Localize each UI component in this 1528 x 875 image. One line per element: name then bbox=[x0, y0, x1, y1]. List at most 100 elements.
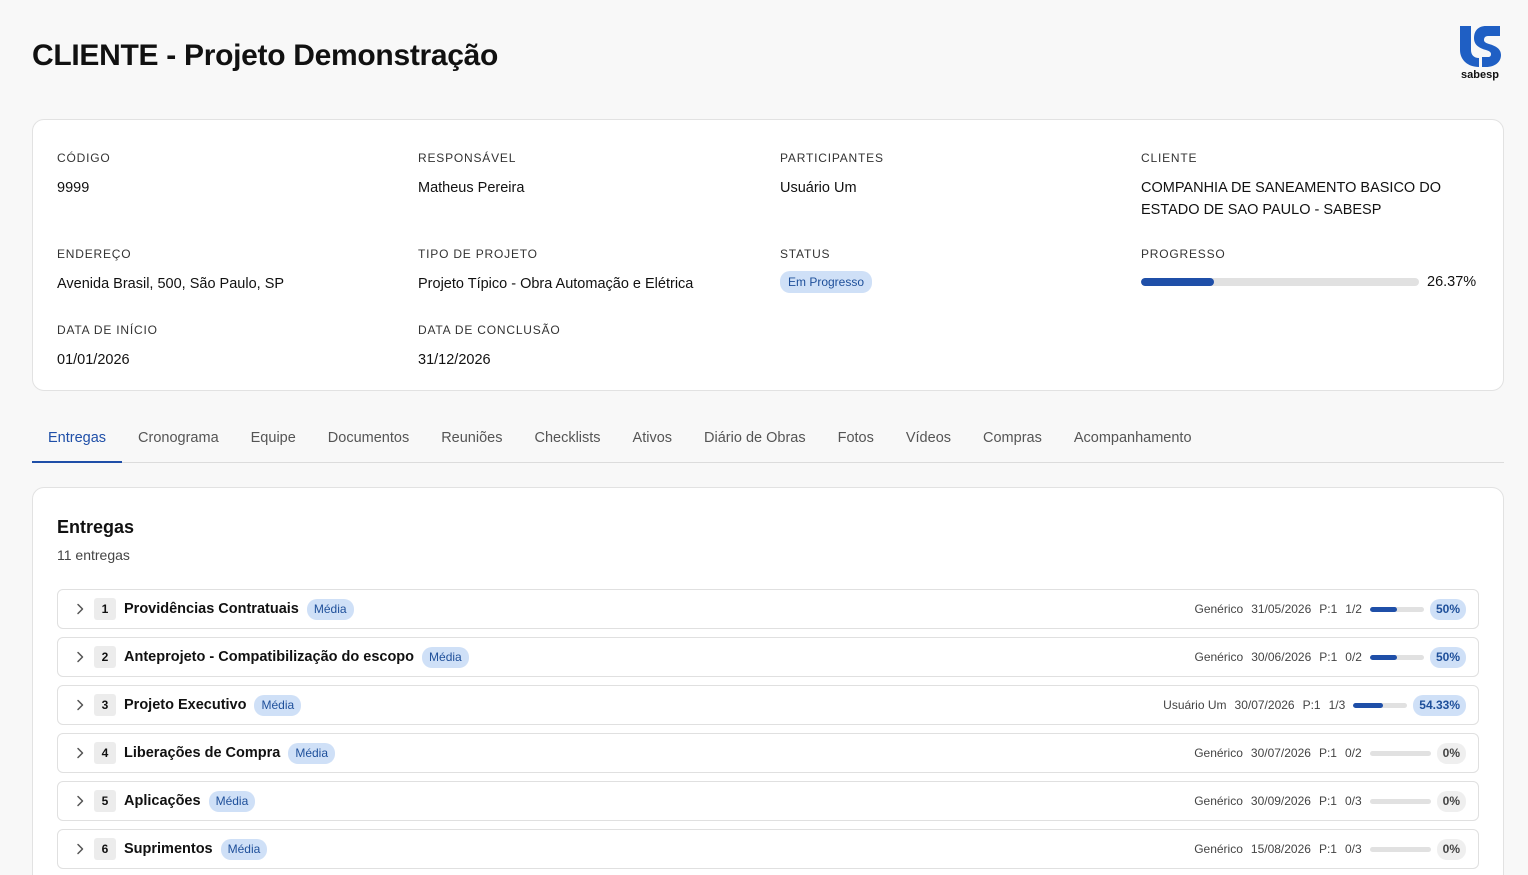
cliente-line2: ESTADO DE SAO PAULO - SABESP bbox=[1141, 202, 1382, 218]
delivery-number: 6 bbox=[94, 838, 116, 860]
field-data-inicio: DATA DE INÍCIO 01/01/2026 bbox=[57, 323, 158, 371]
deliveries-list: 1 Providências Contratuais Média Genérico 31… bbox=[57, 589, 1479, 875]
tab-fotos[interactable]: Fotos bbox=[822, 414, 890, 463]
progress-bar-fill bbox=[1141, 278, 1215, 286]
field-value: 9999 bbox=[57, 180, 90, 196]
delivery-date: 30/07/2026 bbox=[1234, 698, 1295, 712]
chevron-right-icon[interactable] bbox=[70, 603, 90, 615]
field-status: STATUS Em Progresso bbox=[780, 247, 873, 293]
chevron-right-icon[interactable] bbox=[70, 699, 90, 711]
delivery-meta: Usuário Um 30/07/2026 P:1 1/3 54.33% bbox=[1163, 694, 1466, 716]
tab-reunioes[interactable]: Reuniões bbox=[425, 414, 518, 463]
tab-acompanhamento[interactable]: Acompanhamento bbox=[1058, 414, 1208, 463]
field-label: ENDEREÇO bbox=[57, 247, 132, 261]
delivery-percent: 0% bbox=[1436, 838, 1466, 860]
logo-text: sabesp bbox=[1461, 69, 1499, 81]
tab-cronograma[interactable]: Cronograma bbox=[122, 414, 235, 463]
field-data-conclusao: DATA DE CONCLUSÃO 31/12/2026 bbox=[418, 323, 561, 371]
priority-badge: Média bbox=[422, 646, 469, 668]
delivery-row[interactable]: 1 Providências Contratuais Média Genérico 31… bbox=[57, 589, 1479, 629]
tab-entregas[interactable]: Entregas bbox=[32, 414, 123, 463]
delivery-progress-fill bbox=[1353, 702, 1383, 708]
delivery-percent: 50% bbox=[1429, 646, 1466, 668]
delivery-number: 2 bbox=[94, 646, 116, 668]
delivery-name: Providências Contratuais bbox=[124, 601, 299, 617]
priority-badge: Média bbox=[306, 598, 354, 620]
field-value: Projeto Típico - Obra Automação e Elétri… bbox=[418, 276, 694, 292]
delivery-priority-level: P:1 bbox=[1319, 602, 1338, 616]
deliveries-card: Entregas 11 entregas 1 Providências Contr… bbox=[32, 487, 1504, 875]
chevron-right-icon[interactable] bbox=[70, 795, 90, 807]
field-label: CLIENTE bbox=[1141, 151, 1198, 165]
delivery-ratio: 1/3 bbox=[1328, 698, 1346, 712]
delivery-row[interactable]: 4 Liberações de Compra Média Genérico 30/07/… bbox=[57, 733, 1479, 773]
delivery-name: Aplicações bbox=[124, 793, 201, 809]
tab-checklists[interactable]: Checklists bbox=[518, 414, 616, 463]
delivery-progress-bar bbox=[1369, 846, 1431, 852]
delivery-row[interactable]: 2 Anteprojeto - Compatibilização do escop… bbox=[57, 637, 1479, 677]
priority-badge: Média bbox=[220, 838, 268, 860]
page-title: CLIENTE - Projeto Demonstração bbox=[32, 39, 499, 72]
field-progresso: PROGRESSO 26.37% bbox=[1141, 247, 1479, 292]
delivery-meta: Genérico 31/05/2026 P:1 1/2 50% bbox=[1194, 598, 1466, 620]
field-label: STATUS bbox=[780, 247, 831, 261]
delivery-progress-bar bbox=[1369, 606, 1424, 612]
tab-equipe[interactable]: Equipe bbox=[235, 414, 312, 463]
delivery-owner: Genérico bbox=[1194, 746, 1243, 760]
delivery-row[interactable]: 5 Aplicações Média Genérico 30/09/2026 P:1 0/3… bbox=[57, 781, 1479, 821]
delivery-meta: Genérico 30/07/2026 P:1 0/2 0% bbox=[1194, 742, 1466, 764]
sabesp-logo: sabesp bbox=[1456, 24, 1504, 86]
delivery-progress-bar bbox=[1353, 702, 1408, 708]
delivery-progress-fill bbox=[1369, 606, 1397, 612]
delivery-priority-level: P:1 bbox=[1318, 842, 1337, 856]
field-value: 31/12/2026 bbox=[418, 352, 491, 368]
delivery-owner: Genérico bbox=[1194, 650, 1244, 664]
delivery-date: 30/09/2026 bbox=[1250, 794, 1311, 808]
delivery-number: 1 bbox=[94, 598, 116, 620]
delivery-owner: Genérico bbox=[1194, 602, 1244, 616]
delivery-priority-level: P:1 bbox=[1319, 650, 1338, 664]
delivery-progress-bar bbox=[1369, 798, 1431, 804]
section-title: Entregas bbox=[57, 517, 135, 537]
delivery-percent: 0% bbox=[1436, 790, 1466, 812]
delivery-date: 31/05/2026 bbox=[1251, 602, 1312, 616]
delivery-ratio: 0/3 bbox=[1344, 794, 1362, 808]
delivery-percent: 54.33% bbox=[1413, 694, 1466, 716]
delivery-owner: Genérico bbox=[1194, 842, 1243, 856]
delivery-number: 4 bbox=[94, 742, 116, 764]
tab-documentos[interactable]: Documentos bbox=[312, 414, 425, 463]
deliveries-count: 11 entregas bbox=[57, 547, 130, 563]
tab-diario-de-obras[interactable]: Diário de Obras bbox=[688, 414, 822, 463]
field-value: Usuário Um bbox=[780, 180, 857, 196]
field-value: COMPANHIA DE SANEAMENTO BASICO DO ESTADO… bbox=[1141, 177, 1481, 221]
tab-compras[interactable]: Compras bbox=[967, 414, 1058, 463]
delivery-meta: Genérico 30/06/2026 P:1 0/2 50% bbox=[1194, 646, 1466, 668]
delivery-date: 30/06/2026 bbox=[1251, 650, 1312, 664]
delivery-ratio: 1/2 bbox=[1345, 602, 1362, 616]
delivery-priority-level: P:1 bbox=[1302, 698, 1321, 712]
delivery-meta: Genérico 15/08/2026 P:1 0/3 0% bbox=[1194, 838, 1466, 860]
delivery-progress-bar bbox=[1369, 654, 1424, 660]
progress-row: 26.37% bbox=[1141, 272, 1479, 292]
delivery-priority-level: P:1 bbox=[1318, 794, 1337, 808]
progress-text: 26.37% bbox=[1427, 274, 1477, 290]
tab-videos[interactable]: Vídeos bbox=[890, 414, 967, 463]
tab-ativos[interactable]: Ativos bbox=[617, 414, 689, 463]
chevron-right-icon[interactable] bbox=[70, 843, 90, 855]
sabesp-logo-icon bbox=[1460, 26, 1501, 67]
chevron-right-icon[interactable] bbox=[70, 747, 90, 759]
delivery-name: Anteprojeto - Compatibilização do escopo bbox=[124, 649, 415, 665]
delivery-percent: 0% bbox=[1436, 742, 1466, 764]
priority-badge: Média bbox=[208, 790, 256, 812]
priority-badge: Média bbox=[288, 742, 336, 764]
delivery-row[interactable]: 3 Projeto Executivo Média Usuário Um 30/07/2… bbox=[57, 685, 1479, 725]
delivery-row[interactable]: 6 Suprimentos Média Genérico 15/08/2026 P:1 0/… bbox=[57, 829, 1479, 869]
field-value: Avenida Brasil, 500, São Paulo, SP bbox=[57, 276, 285, 292]
cliente-line1: COMPANHIA DE SANEAMENTO BASICO DO bbox=[1141, 180, 1441, 196]
chevron-right-icon[interactable] bbox=[70, 651, 90, 663]
delivery-priority-level: P:1 bbox=[1318, 746, 1337, 760]
tab-bar: Entregas Cronograma Equipe Documentos Reuniõ… bbox=[32, 414, 1504, 463]
delivery-ratio: 0/2 bbox=[1344, 746, 1362, 760]
delivery-date: 30/07/2026 bbox=[1250, 746, 1311, 760]
delivery-number: 3 bbox=[94, 694, 116, 716]
